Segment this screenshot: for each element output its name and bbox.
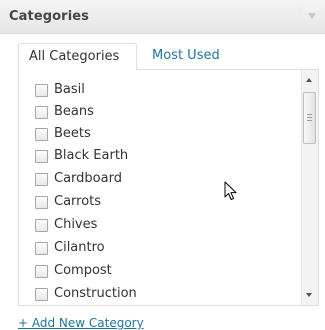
category-label: Chives (54, 217, 98, 232)
category-checklist[interactable]: Basil Beans Beets Black Earth Cardboard … (18, 69, 319, 306)
collapse-arrow-icon[interactable] (308, 13, 316, 19)
category-checkbox[interactable] (35, 128, 48, 141)
scroll-up-arrow-icon[interactable] (306, 78, 312, 82)
category-checkbox[interactable] (35, 242, 48, 255)
category-label: Cilantro (54, 240, 105, 255)
category-checkbox[interactable] (35, 150, 48, 163)
add-new-category-link[interactable]: + Add New Category (18, 316, 144, 330)
grip-icon (307, 114, 312, 121)
category-checkbox[interactable] (35, 219, 48, 232)
checklist-scrollbar[interactable] (301, 70, 318, 305)
scroll-down-arrow-icon[interactable] (306, 293, 312, 297)
category-label: Beets (54, 126, 91, 141)
category-label: Carrots (54, 194, 102, 209)
category-label: Compost (54, 263, 112, 278)
panel-header[interactable]: Categories (0, 0, 325, 34)
category-checkbox[interactable] (35, 84, 48, 97)
category-label: Beans (54, 104, 94, 119)
category-label: Basil (54, 82, 85, 97)
category-checkbox[interactable] (35, 196, 48, 209)
category-label: Black Earth (54, 148, 129, 163)
scroll-thumb[interactable] (303, 92, 316, 144)
header-divider (300, 6, 301, 28)
category-checkbox[interactable] (35, 106, 48, 119)
panel-title: Categories (9, 9, 90, 24)
tab-all-categories[interactable]: All Categories (18, 43, 137, 70)
tab-most-used[interactable]: Most Used (152, 43, 220, 70)
category-checkbox[interactable] (35, 265, 48, 278)
categories-panel: Categories All Categories Most Used Basi… (0, 0, 325, 330)
category-checkbox[interactable] (35, 173, 48, 186)
category-checkbox[interactable] (35, 288, 48, 301)
category-label: Cardboard (54, 171, 122, 186)
category-label: Construction (54, 286, 137, 301)
